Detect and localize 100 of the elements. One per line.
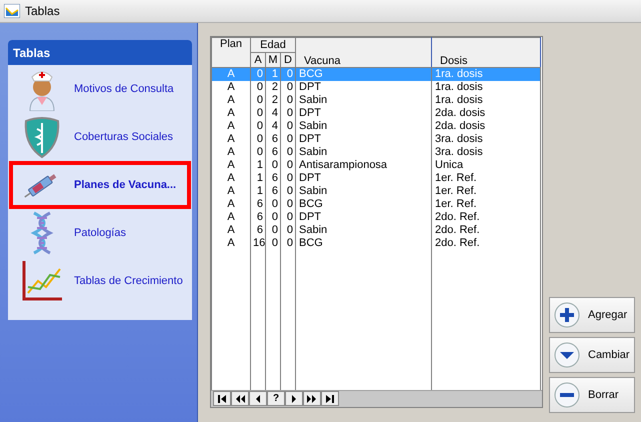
column-header[interactable]: Dosis: [432, 38, 540, 68]
nav-button[interactable]: [249, 391, 267, 406]
table-cell: 3ra. dosis: [435, 133, 483, 145]
table-row[interactable]: A 1 6 0 Sabin 1er. Ref.: [212, 185, 540, 198]
table-cell: DPT: [299, 211, 321, 223]
table-cell: 0: [286, 68, 293, 80]
table-row[interactable]: A 0 4 0 DPT 2da. dosis: [212, 107, 540, 120]
table-cell: 0: [256, 133, 263, 145]
item-label: Planes de Vacuna...: [74, 179, 176, 191]
table-cell: A: [227, 133, 235, 145]
column-header[interactable]: Plan: [212, 38, 250, 68]
sidebar-item[interactable]: Tablas de Crecimiento: [9, 257, 191, 305]
minus-icon: [554, 382, 580, 408]
table-row[interactable]: A 16 0 0 BCG 2do. Ref.: [212, 237, 540, 250]
next-page-icon: [306, 392, 318, 404]
table-cell: A: [227, 107, 235, 119]
table-cell: 2da. dosis: [435, 120, 486, 132]
table-cell: 2do. Ref.: [435, 211, 480, 223]
table-cell: 0: [286, 107, 293, 119]
table-cell: A: [227, 224, 235, 236]
table-cell: 0: [286, 237, 293, 249]
prev-page-icon: [234, 392, 246, 404]
table-cell: A: [227, 159, 235, 171]
table-row[interactable]: A 0 4 0 Sabin 2da. dosis: [212, 120, 540, 133]
table-cell: 0: [272, 211, 278, 223]
sidebar-item[interactable]: Planes de Vacuna...: [9, 161, 191, 209]
table-cell: 1ra. dosis: [435, 68, 483, 80]
nav-button[interactable]: [213, 391, 231, 406]
table-cell: A: [227, 81, 235, 93]
table-cell: 6: [272, 146, 278, 158]
table-cell: 0: [256, 81, 263, 93]
table-cell: 6: [256, 198, 263, 210]
table-cell: 0: [286, 172, 293, 184]
last-icon: [324, 392, 336, 404]
table-cell: 4: [272, 120, 278, 132]
sidebar-item[interactable]: Patologías: [9, 209, 191, 257]
table-cell: 0: [286, 198, 293, 210]
table-cell: 0: [256, 107, 263, 119]
table-cell: BCG: [299, 237, 323, 249]
sidebar-item[interactable]: Motivos de Consulta: [9, 65, 191, 113]
table-cell: 0: [256, 94, 263, 106]
item-label: Motivos de Consulta: [74, 83, 174, 95]
table-cell: 0: [286, 120, 293, 132]
table-cell: 6: [272, 185, 278, 197]
table-cell: 0: [286, 211, 293, 223]
table-cell: A: [227, 146, 235, 158]
nav-button[interactable]: [285, 391, 303, 406]
table-row[interactable]: A 1 6 0 DPT 1er. Ref.: [212, 172, 540, 185]
change-button[interactable]: Cambiar: [549, 337, 635, 373]
table-cell: BCG: [299, 68, 323, 80]
table-cell: BCG: [299, 198, 323, 210]
table-cell: 1: [256, 172, 263, 184]
table-cell: 3ra. dosis: [435, 146, 483, 158]
table-cell: A: [227, 198, 235, 210]
table-cell: A: [227, 185, 235, 197]
table-row[interactable]: A 6 0 0 Sabin 2do. Ref.: [212, 224, 540, 237]
table-cell: 0: [286, 159, 293, 171]
table-cell: 0: [272, 237, 278, 249]
app-icon: [4, 4, 20, 18]
table-row[interactable]: A 0 6 0 DPT 3ra. dosis: [212, 133, 540, 146]
nav-button[interactable]: [231, 391, 249, 406]
query-button[interactable]: ?: [267, 391, 285, 406]
item-label: Coberturas Sociales: [74, 131, 174, 143]
table-cell: 0: [256, 120, 263, 132]
table-cell: 0: [286, 133, 293, 145]
nav-button[interactable]: [321, 391, 339, 406]
sidebar-item[interactable]: Coberturas Sociales: [9, 113, 191, 161]
table-cell: 0: [272, 159, 278, 171]
delete-button[interactable]: Borrar: [549, 377, 635, 413]
table-cell: Antisarampionosa: [299, 159, 388, 171]
table-cell: 1: [256, 185, 263, 197]
table-cell: 2do. Ref.: [435, 224, 480, 236]
table-row[interactable]: A 0 6 0 Sabin 3ra. dosis: [212, 146, 540, 159]
table-cell: A: [227, 172, 235, 184]
table-cell: 0: [256, 68, 263, 80]
nav-button[interactable]: [303, 391, 321, 406]
table-row[interactable]: A 6 0 0 DPT 2do. Ref.: [212, 211, 540, 224]
table-cell: 0: [256, 146, 263, 158]
table-cell: 0: [272, 198, 278, 210]
table-cell: DPT: [299, 172, 321, 184]
table-cell: 1er. Ref.: [435, 185, 477, 197]
table-cell: Sabin: [299, 146, 328, 158]
table-row[interactable]: A 6 0 0 BCG 1er. Ref.: [212, 198, 540, 211]
table-cell: DPT: [299, 81, 321, 93]
first-icon: [216, 392, 228, 404]
table-cell: A: [227, 211, 235, 223]
table-cell: A: [227, 237, 235, 249]
table-row[interactable]: A 0 2 0 Sabin 1ra. dosis: [212, 94, 540, 107]
column-header[interactable]: Vacuna: [296, 38, 432, 68]
table-cell: A: [227, 120, 235, 132]
table-cell: 2do. Ref.: [435, 237, 480, 249]
table-row[interactable]: A 0 2 0 DPT 1ra. dosis: [212, 81, 540, 94]
item-label: Tablas de Crecimiento: [74, 275, 183, 287]
add-button[interactable]: Agregar: [549, 297, 635, 333]
table-cell: 0: [286, 94, 293, 106]
table-cell: 6: [272, 172, 278, 184]
table-cell: 0: [272, 224, 278, 236]
table-row[interactable]: A 1 0 0 Antisarampionosa Unica: [212, 159, 540, 172]
table-cell: A: [227, 68, 235, 80]
table-cell: 1er. Ref.: [435, 198, 477, 210]
